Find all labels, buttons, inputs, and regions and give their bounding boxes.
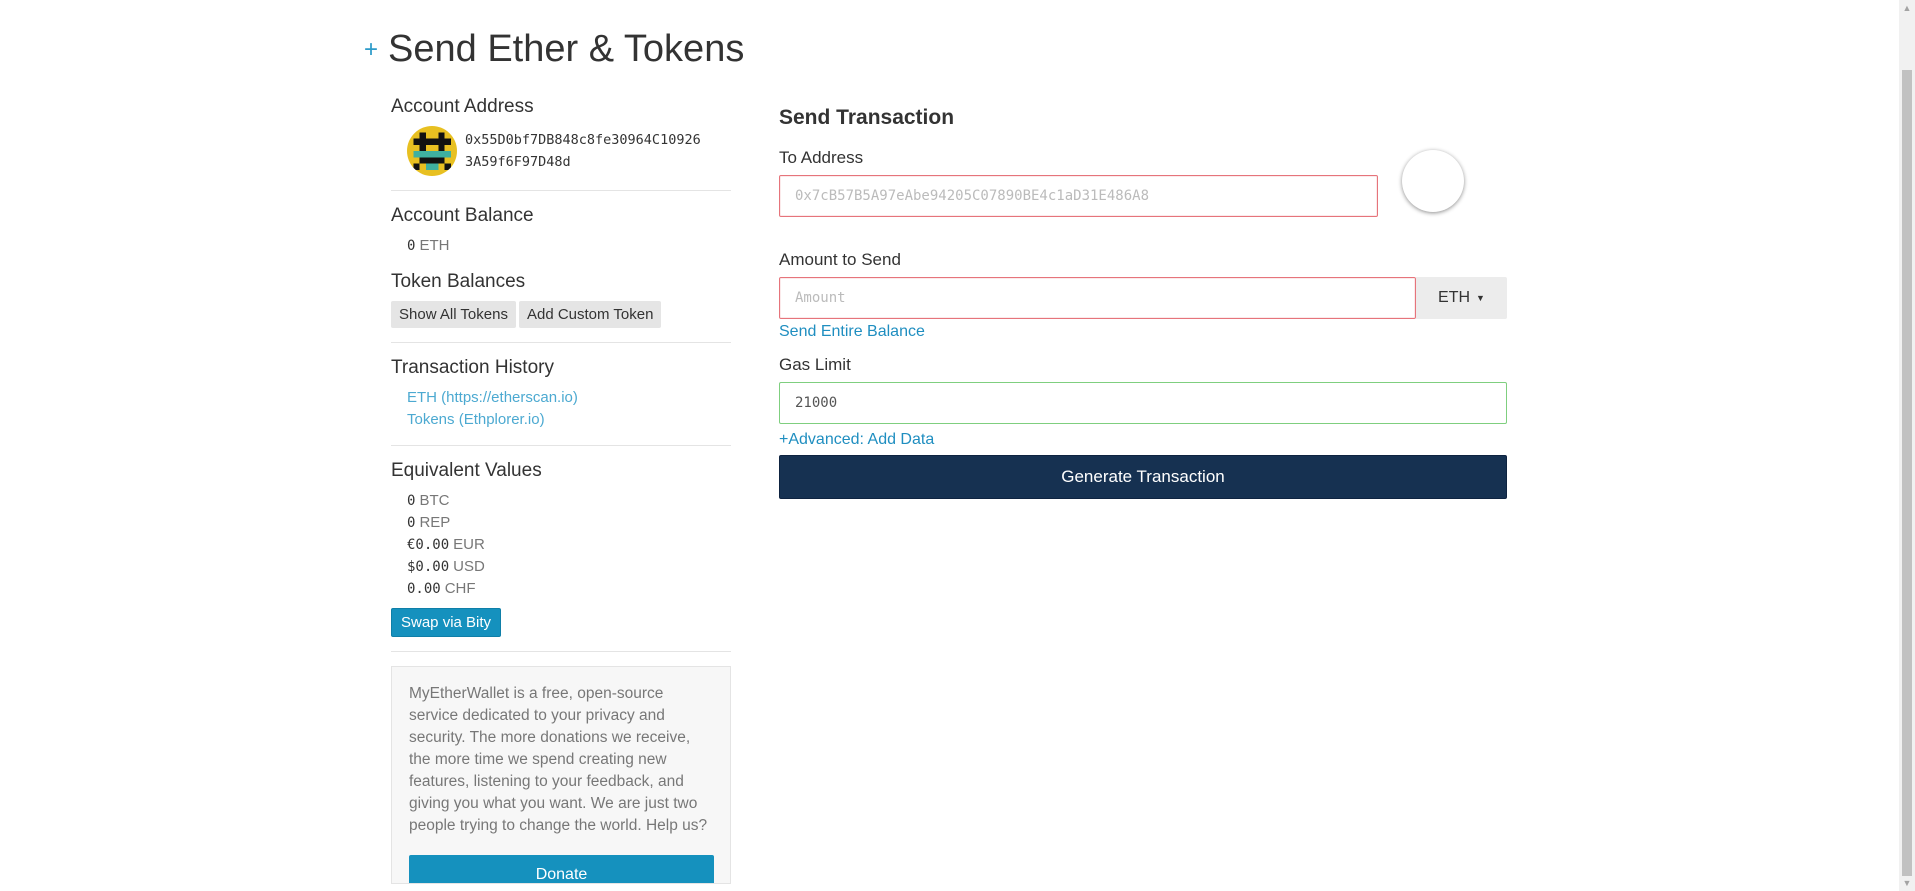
send-transaction-form: Send Transaction To Address 0x7cB57B5A97… [779,106,1507,499]
donation-text: MyEtherWallet is a free, open-source ser… [409,685,708,834]
donation-panel: MyEtherWallet is a free, open-source ser… [391,666,731,884]
token-buttons: Show All Tokens Add Custom Token [391,301,731,328]
gas-limit-input[interactable]: 21000 [779,382,1507,424]
account-address-heading: Account Address [391,96,534,117]
equivalent-value: €0.00 [407,537,450,553]
divider [391,342,731,343]
advanced-add-data-link[interactable]: +Advanced: Add Data [779,431,934,449]
scrollbar-thumb[interactable] [1902,70,1912,876]
address-line-2: 3A59f6F97D48d [465,154,571,170]
equivalent-rep: 0 REP [407,512,731,534]
caret-down-icon: ▼ [1476,293,1485,303]
divider [391,651,731,652]
generate-transaction-button[interactable]: Generate Transaction [779,455,1507,499]
ethplorer-link[interactable]: Tokens (Ethplorer.io) [407,409,731,431]
equivalent-value: 0 [407,515,416,531]
equivalent-unit: BTC [419,492,450,509]
account-address-value: 0x55D0bf7DB848c8fe30964C10926 3A59f6F97D… [465,129,731,173]
balance-amount: 0 [407,238,416,254]
amount-input[interactable]: Amount [779,277,1416,319]
swap-via-bity-button[interactable]: Swap via Bity [391,608,502,637]
equivalent-usd: $0.00 USD [407,556,731,578]
address-identicon-placeholder-icon [1402,149,1464,212]
amount-placeholder: Amount [795,290,846,306]
account-balance-value: 0 ETH [407,235,731,257]
equivalent-btc: 0 BTC [407,490,731,512]
account-address-row: 0x55D0bf7DB848c8fe30964C10926 3A59f6F97D… [407,126,731,176]
to-address-label: To Address [779,148,864,167]
equivalent-unit: REP [419,514,451,531]
divider [391,445,731,446]
equivalent-eur: €0.00 EUR [407,534,731,556]
divider [391,190,731,191]
equivalent-unit: USD [453,558,485,575]
amount-row: Amount ETH ▼ [779,277,1507,319]
equivalent-value: 0 [407,493,416,509]
identicon-avatar [407,126,457,176]
scroll-down-arrow-icon[interactable]: ▼ [1899,875,1915,891]
to-address-input[interactable]: 0x7cB57B5A97eAbe94205C07890BE4c1aD31E486… [779,175,1378,217]
balance-unit: ETH [419,237,450,254]
currency-selected: ETH [1438,289,1471,306]
add-custom-token-button[interactable]: Add Custom Token [518,301,662,328]
equivalent-value: $0.00 [407,559,450,575]
gas-limit-label: Gas Limit [779,355,851,374]
equivalent-value: 0.00 [407,581,441,597]
scroll-up-arrow-icon[interactable]: ▲ [1899,0,1915,16]
page-header: + Send Ether & Tokens [364,28,744,71]
address-line-1: 0x55D0bf7DB848c8fe30964C10926 [465,132,701,148]
etherscan-link[interactable]: ETH (https://etherscan.io) [407,387,731,409]
page-title: Send Ether & Tokens [388,28,745,70]
send-entire-balance-link[interactable]: Send Entire Balance [779,323,925,341]
to-address-placeholder: 0x7cB57B5A97eAbe94205C07890BE4c1aD31E486… [795,188,1150,204]
equivalent-chf: 0.00 CHF [407,578,731,600]
transaction-history-heading: Transaction History [391,357,554,378]
account-balance-heading: Account Balance [391,205,534,226]
donate-button[interactable]: Donate [409,855,714,883]
form-title: Send Transaction [779,106,955,129]
equivalent-values-heading: Equivalent Values [391,460,542,481]
gas-limit-value: 21000 [795,395,838,411]
token-balances-heading: Token Balances [391,271,526,292]
show-all-tokens-button[interactable]: Show All Tokens [391,301,516,328]
equivalent-unit: CHF [444,580,476,597]
plus-icon: + [364,35,379,63]
amount-label: Amount to Send [779,250,901,269]
to-address-row: 0x7cB57B5A97eAbe94205C07890BE4c1aD31E486… [779,149,1507,217]
sidebar: Account Address 0x55D0bf7DB848c8fe30964C… [391,96,731,884]
equivalent-unit: EUR [453,536,485,553]
currency-dropdown[interactable]: ETH ▼ [1416,277,1507,319]
